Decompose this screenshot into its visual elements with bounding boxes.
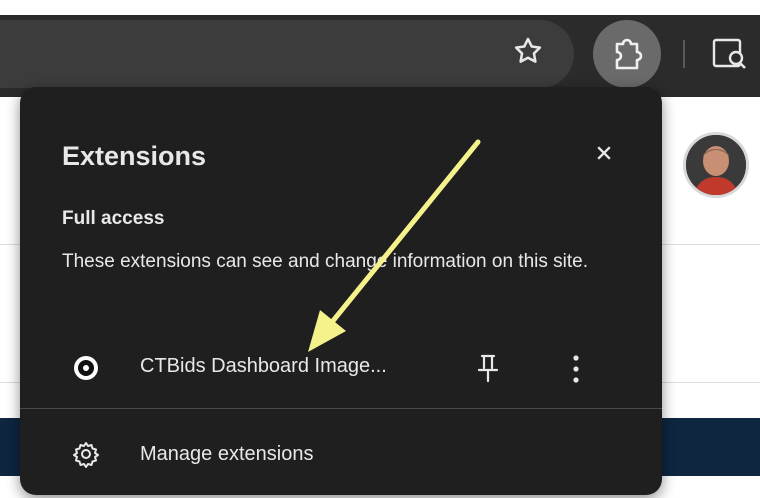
annotation-arrow: [308, 139, 481, 352]
